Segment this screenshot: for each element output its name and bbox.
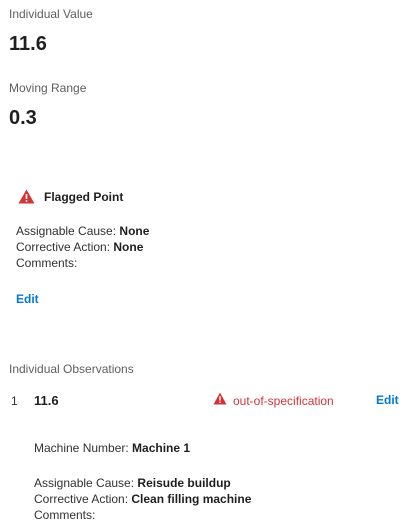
flagged-comments-label: Comments:	[16, 256, 78, 270]
status-out-of-specification: out-of-specification	[233, 394, 334, 408]
observation-edit-link[interactable]: Edit	[376, 393, 399, 407]
flagged-corrective-action: Corrective Action: None	[16, 239, 143, 255]
corrective-action-label: Corrective Action:	[34, 492, 132, 506]
warning-icon	[213, 392, 227, 405]
observation-value: 11.6	[34, 393, 59, 408]
observation-comments-label: Comments:	[34, 508, 96, 522]
assignable-cause-value: Reisude buildup	[137, 476, 231, 490]
assignable-cause-value: None	[119, 224, 150, 238]
individual-value-label: Individual Value	[9, 7, 93, 21]
observation-index: 1	[11, 394, 18, 408]
moving-range-label: Moving Range	[9, 81, 87, 95]
machine-number-label: Machine Number:	[34, 441, 133, 455]
observation-assignable-cause: Assignable Cause: Reisude buildup	[34, 475, 231, 491]
corrective-action-value: None	[113, 240, 144, 254]
observation-machine-number: Machine Number: Machine 1	[34, 440, 190, 456]
observations-header: Individual Observations	[9, 362, 134, 376]
machine-number-value: Machine 1	[132, 441, 191, 455]
flagged-edit-link[interactable]: Edit	[16, 292, 39, 306]
observation-corrective-action: Corrective Action: Clean filling machine	[34, 491, 251, 507]
assignable-cause-label: Assignable Cause:	[34, 476, 138, 490]
moving-range-value: 0.3	[9, 107, 37, 129]
corrective-action-value: Clean filling machine	[131, 492, 252, 506]
warning-icon	[18, 189, 35, 204]
flagged-assignable-cause: Assignable Cause: None	[16, 223, 149, 239]
assignable-cause-label: Assignable Cause:	[16, 224, 120, 238]
corrective-action-label: Corrective Action:	[16, 240, 114, 254]
flagged-point-title: Flagged Point	[44, 190, 124, 204]
individual-value: 11.6	[9, 33, 47, 55]
